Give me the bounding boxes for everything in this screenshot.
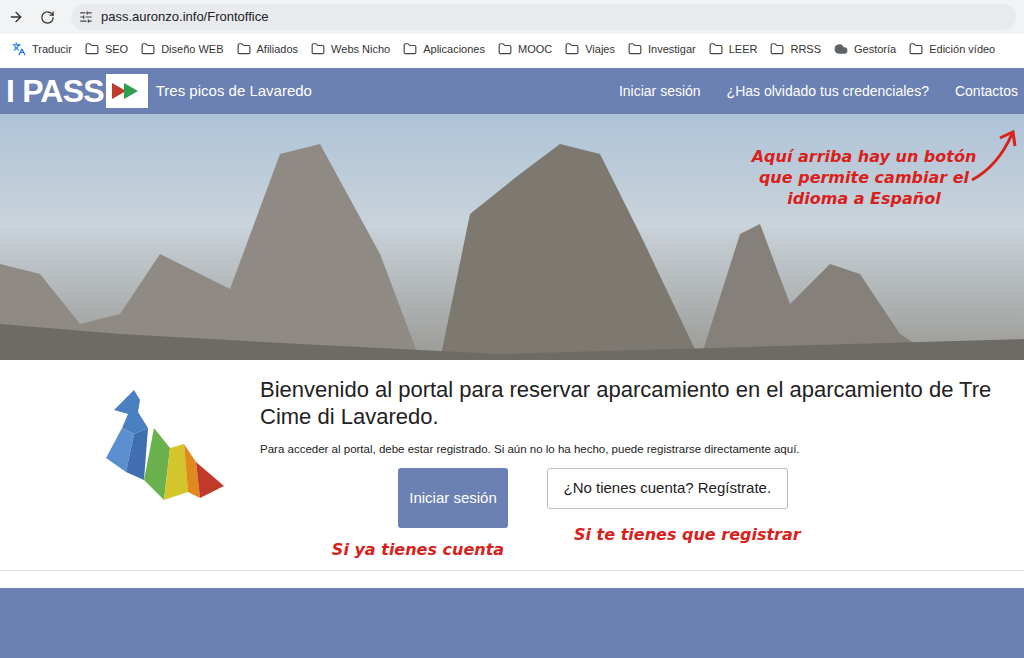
nav-link[interactable]: Iniciar sesión (619, 81, 701, 102)
browser-window: pass.auronzo.info/Frontoffice Traducir SEO… (0, 0, 1024, 658)
folder-icon (709, 42, 723, 56)
bookmark[interactable]: Gestoría (834, 41, 896, 58)
folder-icon (498, 42, 512, 56)
bookmark[interactable]: MOOC (498, 41, 552, 58)
address-field[interactable]: pass.auronzo.info/Frontoffice (71, 4, 1016, 30)
register-button[interactable]: ¿No tienes cuenta? Regístrate. (547, 468, 789, 509)
folder-icon (565, 42, 579, 56)
toolbar: pass.auronzo.info/Frontoffice (0, 0, 1024, 34)
folder-icon (237, 42, 251, 56)
site-navbar: I PASS Tres picos de Lavaredo Iniciar sesi… (0, 68, 1024, 114)
cloud-icon (834, 42, 848, 56)
forward-icon[interactable] (8, 9, 24, 25)
arrows-logo-icon (106, 74, 148, 108)
bookmark[interactable]: Aplicaciones (403, 41, 485, 58)
language-annotation: Aquí arriba hay un botón que permite cam… (748, 146, 980, 209)
bookmark[interactable]: RRSS (770, 41, 821, 58)
bookmark[interactable]: Afiliados (237, 41, 299, 58)
annotation-arrow-icon (968, 126, 1020, 184)
nav-link[interactable]: Contactos (955, 81, 1018, 102)
bookmark[interactable]: Traducir (12, 41, 72, 58)
welcome-heading: Bienvenido al portal para reservar aparc… (260, 376, 1022, 430)
button-annotation: Si ya tienes cuenta (332, 538, 504, 562)
welcome-text: Para acceder al portal, debe estar regis… (260, 441, 1022, 458)
site-info-icon[interactable] (79, 10, 93, 24)
nav-link[interactable]: ¿Has olvidado tus credenciales? (727, 81, 929, 102)
folder-icon (141, 42, 155, 56)
url: pass.auronzo.info/Frontoffice (101, 7, 268, 27)
reload-icon[interactable] (40, 10, 55, 25)
login-button[interactable]: Iniciar sesión (398, 468, 508, 528)
bookmark[interactable]: LEER (709, 41, 758, 58)
site-logo[interactable]: I PASS (6, 74, 148, 108)
folder-icon (403, 42, 417, 56)
divider (0, 570, 1024, 571)
folder-icon (311, 42, 325, 56)
bookmark[interactable]: Webs Nicho (311, 41, 390, 58)
button-annotation: Si te tienes que registrar (574, 523, 801, 547)
bookmark[interactable]: Diseño WEB (141, 41, 223, 58)
site-subtitle: Tres picos de Lavaredo (156, 80, 312, 103)
bookmark[interactable]: Investigar (628, 41, 696, 58)
translate-icon (12, 42, 26, 56)
rooster-mountains-logo-icon (104, 388, 226, 504)
bookmarks-bar: Traducir SEO Diseño WEB Afiliados Webs Nicho… (0, 34, 1024, 64)
hero-photo: Aquí arriba hay un botón que permite cam… (0, 114, 1024, 360)
bookmark[interactable]: SEO (85, 41, 128, 58)
folder-icon (770, 42, 784, 56)
folder-icon (909, 42, 923, 56)
footer-band (0, 588, 1024, 658)
bookmark[interactable]: Edición vídeo (909, 41, 995, 58)
welcome-section: Bienvenido al portal para reservar aparc… (0, 360, 1024, 588)
bookmark[interactable]: Viajes (565, 41, 615, 58)
folder-icon (628, 42, 642, 56)
folder-icon (85, 42, 99, 56)
